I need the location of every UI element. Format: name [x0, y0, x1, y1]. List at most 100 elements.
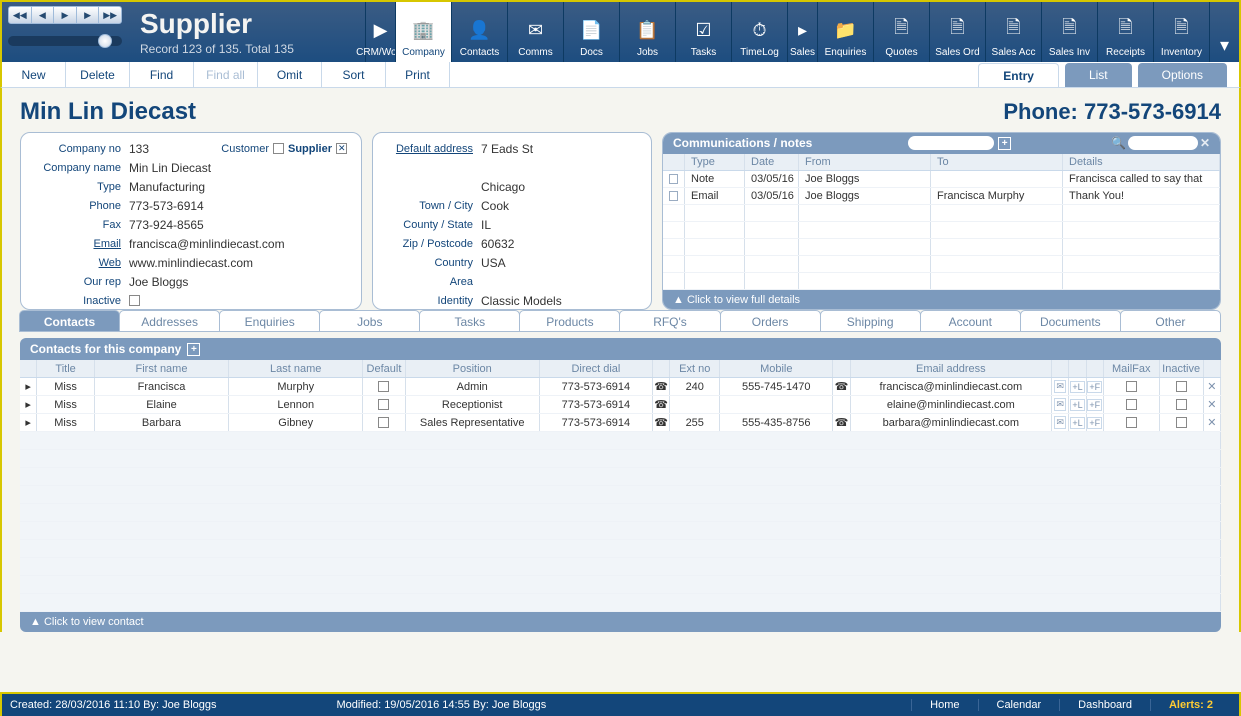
checkbox-default[interactable] [378, 399, 389, 410]
contact-row[interactable]: ▸ MissElaineLennon Receptionist773-573-6… [20, 396, 1221, 414]
checkbox-supplier[interactable] [336, 143, 347, 154]
add-comm-button[interactable]: + [998, 137, 1011, 150]
nav-item-sales[interactable]: ▸Sales [787, 2, 817, 62]
col-details[interactable]: Details [1063, 154, 1220, 170]
col-to[interactable]: To [931, 154, 1063, 170]
field-town[interactable]: Chicago [481, 180, 641, 194]
checkbox-row-inactive[interactable] [1176, 417, 1187, 428]
dtab-shipping[interactable]: Shipping [820, 310, 921, 332]
checkbox-customer[interactable] [273, 143, 284, 154]
omit-button[interactable]: Omit [258, 62, 322, 87]
phone-icon[interactable]: ☎ [653, 396, 670, 413]
comms-filter-input[interactable] [908, 136, 994, 150]
expand-icon[interactable]: ▸ [20, 414, 37, 431]
label-icon[interactable]: +L [1070, 399, 1084, 411]
nav-item-receipts[interactable]: 🗎Receipts [1097, 2, 1153, 62]
checkbox-row-inactive[interactable] [1176, 399, 1187, 410]
record-slider[interactable] [8, 36, 122, 46]
field-state[interactable]: IL [481, 218, 641, 232]
dtab-documents[interactable]: Documents [1020, 310, 1121, 332]
nav-item-salesinv[interactable]: 🗎Sales Inv [1041, 2, 1097, 62]
col-ext[interactable]: Ext no [670, 360, 720, 377]
field-zip[interactable]: 60632 [481, 237, 641, 251]
field-country[interactable]: USA [481, 256, 641, 270]
mail-icon[interactable]: ✉ [1054, 398, 1066, 411]
col-title[interactable]: Title [37, 360, 95, 377]
col-firstname[interactable]: First name [95, 360, 229, 377]
col-type[interactable]: Type [685, 154, 745, 170]
checkbox-row-inactive[interactable] [1176, 381, 1187, 392]
add-contact-button[interactable]: + [187, 343, 200, 356]
dtab-orders[interactable]: Orders [720, 310, 821, 332]
rec-last-button[interactable]: ▶▶ [99, 7, 121, 23]
expand-icon[interactable]: ▸ [20, 396, 37, 413]
field-rep[interactable]: Joe Bloggs [129, 275, 351, 289]
checkbox-mailfax[interactable] [1126, 417, 1137, 428]
rec-prev-button[interactable]: ◀ [32, 7, 55, 23]
dtab-enquiries[interactable]: Enquiries [219, 310, 320, 332]
field-identity[interactable]: Classic Models [481, 294, 641, 308]
contacts-footer[interactable]: ▲ Click to view contact [20, 612, 1221, 632]
mail-icon[interactable]: ✉ [1054, 380, 1066, 393]
new-button[interactable]: New [2, 62, 66, 87]
nav-item-crmwork[interactable]: ▶CRM/Work [365, 2, 395, 62]
rec-next2-button[interactable]: ▶ [77, 7, 100, 23]
nav-item-contacts[interactable]: 👤Contacts [451, 2, 507, 62]
nav-home[interactable]: Home [911, 699, 977, 711]
field-phone[interactable]: 773-573-6914 [129, 199, 351, 213]
phone-icon[interactable]: ☎ [833, 414, 850, 431]
dtab-jobs[interactable]: Jobs [319, 310, 420, 332]
nav-item-quotes[interactable]: 🗎Quotes [873, 2, 929, 62]
col-position[interactable]: Position [406, 360, 540, 377]
delete-button[interactable]: Delete [66, 62, 130, 87]
nav-item-timelog[interactable]: ⏱TimeLog [731, 2, 787, 62]
phone-icon[interactable]: ☎ [653, 378, 670, 395]
fax-icon[interactable]: +F [1087, 381, 1102, 393]
col-lastname[interactable]: Last name [229, 360, 363, 377]
col-directdial[interactable]: Direct dial [540, 360, 653, 377]
delete-row-icon[interactable]: ✕ [1204, 378, 1221, 395]
comm-row[interactable]: Note03/05/16 Joe Bloggs Francisca called… [663, 171, 1220, 188]
nav-item-docs[interactable]: 📄Docs [563, 2, 619, 62]
label-icon[interactable]: +L [1070, 417, 1084, 429]
field-email[interactable]: francisca@minlindiecast.com [129, 237, 351, 251]
phone-icon[interactable] [833, 396, 850, 413]
fax-icon[interactable]: +F [1087, 399, 1102, 411]
nav-item-tasks[interactable]: ☑Tasks [675, 2, 731, 62]
field-company-name[interactable]: Min Lin Diecast [129, 161, 351, 175]
field-address-line1[interactable]: 7 Eads St [481, 142, 641, 156]
sort-button[interactable]: Sort [322, 62, 386, 87]
col-email[interactable]: Email address [851, 360, 1052, 377]
nav-item-enquiries[interactable]: 📁Enquiries [817, 2, 873, 62]
checkbox-inactive[interactable] [129, 295, 140, 306]
find-all-button[interactable]: Find all [194, 62, 258, 87]
dtab-account[interactable]: Account [920, 310, 1021, 332]
col-from[interactable]: From [799, 154, 931, 170]
dtab-tasks[interactable]: Tasks [419, 310, 520, 332]
dtab-other[interactable]: Other [1120, 310, 1221, 332]
col-default[interactable]: Default [363, 360, 405, 377]
nav-item-jobs[interactable]: 📋Jobs [619, 2, 675, 62]
nav-dashboard[interactable]: Dashboard [1059, 699, 1150, 711]
phone-icon[interactable]: ☎ [833, 378, 850, 395]
nav-item-salesacc[interactable]: 🗎Sales Acc [985, 2, 1041, 62]
delete-row-icon[interactable]: ✕ [1204, 414, 1221, 431]
col-inactive[interactable]: Inactive [1160, 360, 1204, 377]
dtab-addresses[interactable]: Addresses [119, 310, 220, 332]
rec-next-button[interactable]: ▶ [54, 7, 77, 23]
nav-item-comms[interactable]: ✉Comms [507, 2, 563, 62]
fax-icon[interactable]: +F [1087, 417, 1102, 429]
comms-search-input[interactable] [1128, 136, 1198, 150]
field-fax[interactable]: 773-924-8565 [129, 218, 351, 232]
nav-alerts[interactable]: Alerts: 2 [1150, 699, 1231, 711]
col-mailfax[interactable]: MailFax [1104, 360, 1160, 377]
nav-item-company[interactable]: 🏢Company [395, 2, 451, 62]
field-web[interactable]: www.minlindiecast.com [129, 256, 351, 270]
mail-icon[interactable]: ✉ [1054, 416, 1066, 429]
nav-item-inventory[interactable]: 🗎Inventory [1153, 2, 1209, 62]
label-default-address[interactable]: Default address [383, 143, 481, 155]
nav-item-salesord[interactable]: 🗎Sales Ord [929, 2, 985, 62]
find-button[interactable]: Find [130, 62, 194, 87]
contact-row[interactable]: ▸ MissFranciscaMurphy Admin773-573-6914 … [20, 378, 1221, 396]
tab-options[interactable]: Options [1138, 63, 1227, 87]
